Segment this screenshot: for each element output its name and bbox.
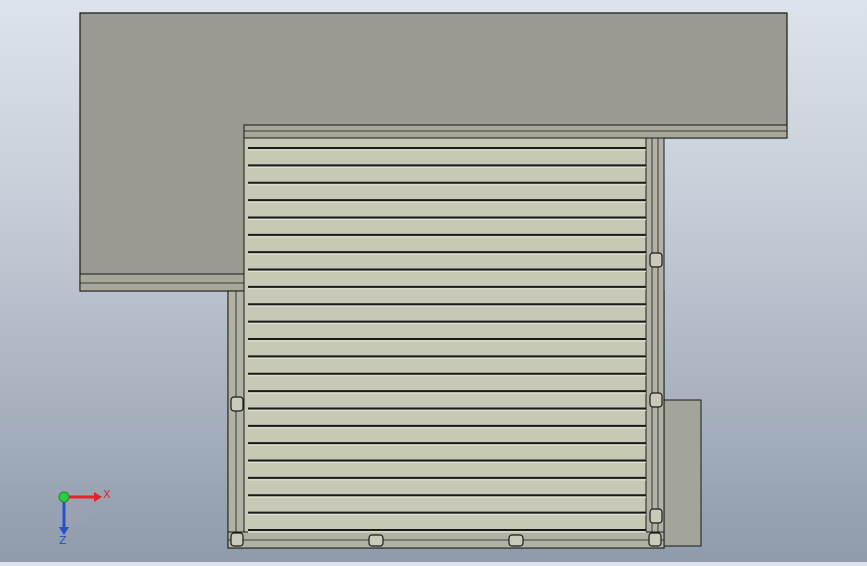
- graphics-viewport[interactable]: X Z: [0, 0, 867, 562]
- y-axis-dot-icon: [58, 491, 70, 503]
- side-box[interactable]: [662, 399, 702, 547]
- left-arm-edge: [79, 273, 253, 292]
- slat-panel[interactable]: [243, 137, 647, 533]
- x-axis-label: X: [103, 488, 111, 501]
- bracket-right-middle[interactable]: [649, 392, 663, 408]
- top-plate-edge: [243, 124, 788, 139]
- bracket-bottom-right[interactable]: [508, 534, 524, 547]
- bracket-right-lower[interactable]: [649, 508, 663, 524]
- bracket-corner-left[interactable]: [230, 532, 244, 547]
- bracket-left-middle[interactable]: [230, 396, 244, 412]
- frame-right-rail: [645, 137, 665, 549]
- z-axis-label: Z: [59, 534, 67, 547]
- model-view[interactable]: X Z: [0, 0, 867, 562]
- bracket-right-upper[interactable]: [649, 252, 663, 268]
- bracket-bottom-left[interactable]: [368, 534, 384, 547]
- x-axis-arrow-icon: [94, 492, 102, 502]
- bracket-corner-right[interactable]: [648, 532, 662, 547]
- reference-triad: X Z: [58, 488, 111, 547]
- triad-shadow: [64, 497, 94, 527]
